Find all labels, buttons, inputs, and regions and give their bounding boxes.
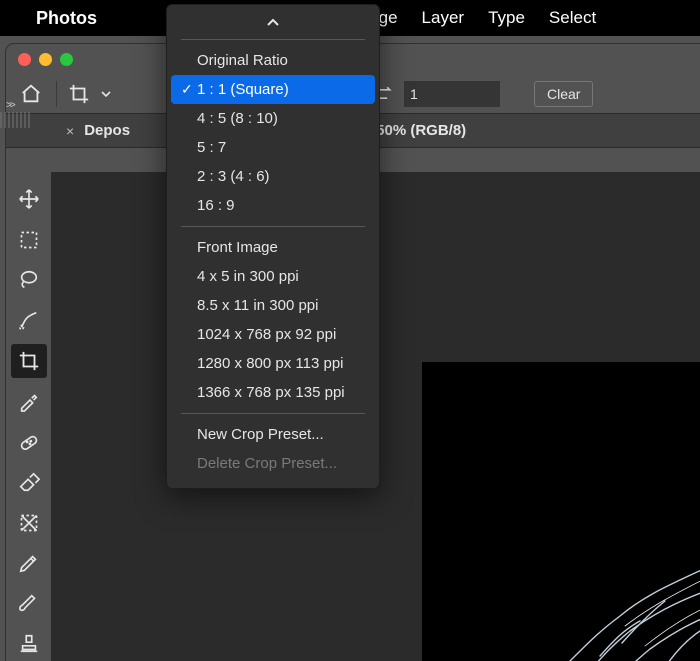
menubar-item-layer[interactable]: Layer: [422, 8, 465, 28]
dropdown-item-1024x768-92[interactable]: 1024 x 768 px 92 ppi: [167, 320, 379, 349]
menubar-item-type[interactable]: Type: [488, 8, 525, 28]
tool-strip: [6, 172, 52, 661]
chevron-down-icon[interactable]: [101, 89, 111, 99]
bandaid-icon: [18, 431, 40, 453]
dropdown-item-label: 1 : 1 (Square): [197, 81, 289, 98]
eyedropper-tool[interactable]: [11, 384, 47, 418]
dropdown-scroll-up[interactable]: [167, 11, 379, 33]
document-canvas[interactable]: [422, 362, 700, 661]
document-tab-title-left[interactable]: Depos: [84, 122, 130, 139]
eyedropper-icon: [18, 390, 40, 412]
dropdown-original-ratio[interactable]: Original Ratio: [167, 46, 379, 75]
brush-tool[interactable]: [11, 586, 47, 620]
dropdown-item-4-5[interactable]: 4 : 5 (8 : 10): [167, 104, 379, 133]
options-separator: [56, 81, 57, 107]
dropdown-divider: [181, 413, 365, 414]
tab-close-button[interactable]: ×: [66, 123, 74, 139]
clear-button[interactable]: Clear: [534, 81, 593, 107]
dropdown-item-16-9[interactable]: 16 : 9: [167, 191, 379, 220]
dropdown-item-4x5-300[interactable]: 4 x 5 in 300 ppi: [167, 262, 379, 291]
pen-tool[interactable]: [11, 546, 47, 580]
move-icon: [18, 188, 40, 210]
window-close-button[interactable]: [18, 53, 31, 66]
dropdown-item-85x11-300[interactable]: 8.5 x 11 in 300 ppi: [167, 291, 379, 320]
stamp-icon: [18, 633, 40, 655]
healing-brush-tool[interactable]: [11, 425, 47, 459]
dropdown-divider: [181, 39, 365, 40]
crop-icon: [18, 350, 40, 372]
crop-icon: [68, 83, 90, 105]
frame-tool[interactable]: [11, 505, 47, 539]
dropdown-item-1366x768-135[interactable]: 1366 x 768 px 135 ppi: [167, 378, 379, 407]
brush-icon: [18, 592, 40, 614]
marquee-icon: [19, 230, 39, 250]
check-icon: ✓: [181, 81, 193, 98]
dropdown-item-5-7[interactable]: 5 : 7: [167, 133, 379, 162]
dropdown-item-2-3[interactable]: 2 : 3 (4 : 6): [167, 162, 379, 191]
crop-aspect-dropdown: Original Ratio ✓ 1 : 1 (Square) 4 : 5 (8…: [166, 4, 380, 489]
lasso-tool[interactable]: [11, 263, 47, 297]
clone-stamp-tool[interactable]: [11, 627, 47, 661]
panel-dock-overflow[interactable]: >>: [6, 100, 30, 110]
dropdown-item-1280x800-113[interactable]: 1280 x 800 px 113 ppi: [167, 349, 379, 378]
lasso-icon: [18, 269, 40, 291]
lightning-graphic: [440, 531, 700, 661]
window-minimize-button[interactable]: [39, 53, 52, 66]
frame-icon: [19, 513, 39, 533]
dropdown-front-image[interactable]: Front Image: [167, 233, 379, 262]
chevron-up-icon: [266, 17, 280, 27]
dropdown-new-crop-preset[interactable]: New Crop Preset...: [167, 420, 379, 449]
pen-icon: [18, 552, 40, 574]
quick-selection-tool[interactable]: [11, 303, 47, 337]
panel-dock-grip[interactable]: [0, 112, 32, 128]
dropdown-delete-crop-preset: Delete Crop Preset...: [167, 449, 379, 478]
window-maximize-button[interactable]: [60, 53, 73, 66]
menubar-app-name[interactable]: Photos: [36, 8, 97, 29]
crop-height-field[interactable]: [404, 81, 500, 107]
eraser-icon: [18, 471, 40, 493]
marquee-tool[interactable]: [11, 222, 47, 256]
dropdown-item-1-1-square[interactable]: ✓ 1 : 1 (Square): [171, 75, 375, 104]
crop-preset-dropdown-button[interactable]: [67, 82, 91, 106]
move-tool[interactable]: [11, 182, 47, 216]
dropdown-divider: [181, 226, 365, 227]
crop-tool[interactable]: [11, 344, 47, 378]
menubar-item-select[interactable]: Select: [549, 8, 596, 28]
quick-selection-icon: [18, 309, 40, 331]
eraser-tool[interactable]: [11, 465, 47, 499]
